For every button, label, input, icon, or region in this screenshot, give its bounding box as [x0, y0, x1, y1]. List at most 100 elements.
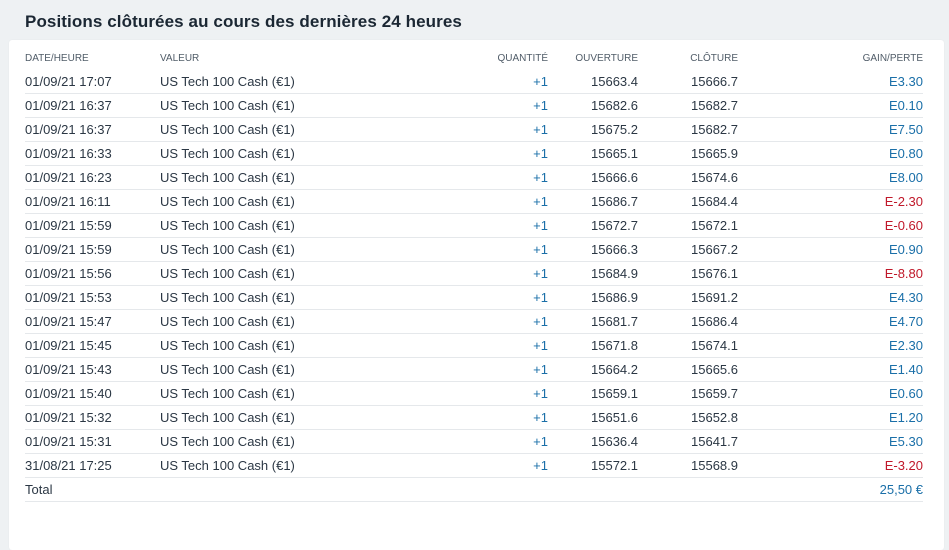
cell-date: 31/08/21 17:25: [25, 453, 160, 478]
cell-open: 15659.1: [548, 381, 638, 406]
cell-value: US Tech 100 Cash (€1): [160, 70, 460, 94]
table-header-row: DATE/HEURE VALEUR QUANTITÉ OUVERTURE CLÔ…: [25, 52, 923, 70]
table-row[interactable]: 01/09/21 15:47 US Tech 100 Cash (€1) +1 156…: [25, 309, 923, 334]
table-row[interactable]: 01/09/21 15:59 US Tech 100 Cash (€1) +1 156…: [25, 213, 923, 238]
total-label: Total: [25, 477, 160, 502]
table-row[interactable]: 01/09/21 15:53 US Tech 100 Cash (€1) +1 156…: [25, 285, 923, 310]
closed-positions-card: DATE/HEURE VALEUR QUANTITÉ OUVERTURE CLÔ…: [9, 40, 944, 550]
table-row[interactable]: 01/09/21 15:59 US Tech 100 Cash (€1) +1 156…: [25, 237, 923, 262]
cell-date: 01/09/21 16:11: [25, 189, 160, 214]
cell-date: 01/09/21 16:33: [25, 141, 160, 166]
header-value[interactable]: VALEUR: [160, 52, 460, 70]
cell-open: 15666.6: [548, 165, 638, 190]
header-open[interactable]: OUVERTURE: [548, 52, 638, 70]
cell-close: 15686.4: [638, 309, 738, 334]
cell-date: 01/09/21 16:37: [25, 117, 160, 142]
cell-gain: E3.30: [738, 70, 923, 94]
table-row[interactable]: 01/09/21 15:40 US Tech 100 Cash (€1) +1 156…: [25, 381, 923, 406]
cell-open: 15671.8: [548, 333, 638, 358]
cell-quantity: +1: [460, 309, 548, 334]
cell-quantity: +1: [460, 165, 548, 190]
cell-open: 15675.2: [548, 117, 638, 142]
closed-positions-table: DATE/HEURE VALEUR QUANTITÉ OUVERTURE CLÔ…: [25, 52, 923, 502]
cell-close: 15667.2: [638, 237, 738, 262]
cell-gain: E-0.60: [738, 213, 923, 238]
cell-date: 01/09/21 15:32: [25, 405, 160, 430]
cell-quantity: +1: [460, 453, 548, 478]
cell-value: US Tech 100 Cash (€1): [160, 213, 460, 238]
cell-open: 15672.7: [548, 213, 638, 238]
cell-open: 15636.4: [548, 429, 638, 454]
header-date[interactable]: DATE/HEURE: [25, 52, 160, 70]
cell-gain: E1.40: [738, 357, 923, 382]
table-row[interactable]: 01/09/21 15:43 US Tech 100 Cash (€1) +1 156…: [25, 357, 923, 382]
header-close[interactable]: CLÔTURE: [638, 52, 738, 70]
cell-quantity: +1: [460, 429, 548, 454]
header-quantity[interactable]: QUANTITÉ: [460, 52, 548, 70]
cell-quantity: +1: [460, 285, 548, 310]
cell-gain: E8.00: [738, 165, 923, 190]
table-row[interactable]: 01/09/21 16:33 US Tech 100 Cash (€1) +1 156…: [25, 141, 923, 166]
table-row[interactable]: 31/08/21 17:25 US Tech 100 Cash (€1) +1 155…: [25, 453, 923, 478]
cell-close: 15684.4: [638, 189, 738, 214]
table-row[interactable]: 01/09/21 16:11 US Tech 100 Cash (€1) +1 156…: [25, 189, 923, 214]
cell-open: 15684.9: [548, 261, 638, 286]
table-row[interactable]: 01/09/21 15:45 US Tech 100 Cash (€1) +1 156…: [25, 333, 923, 358]
cell-date: 01/09/21 15:40: [25, 381, 160, 406]
cell-close: 15674.6: [638, 165, 738, 190]
cell-open: 15665.1: [548, 141, 638, 166]
cell-quantity: +1: [460, 141, 548, 166]
cell-value: US Tech 100 Cash (€1): [160, 357, 460, 382]
cell-date: 01/09/21 15:59: [25, 237, 160, 262]
table-row[interactable]: 01/09/21 16:23 US Tech 100 Cash (€1) +1 156…: [25, 165, 923, 190]
cell-quantity: +1: [460, 261, 548, 286]
cell-date: 01/09/21 15:45: [25, 333, 160, 358]
cell-open: 15686.9: [548, 285, 638, 310]
cell-open: 15651.6: [548, 405, 638, 430]
total-row: Total 25,50 €: [25, 477, 923, 502]
cell-date: 01/09/21 15:43: [25, 357, 160, 382]
table-row[interactable]: 01/09/21 15:32 US Tech 100 Cash (€1) +1 156…: [25, 405, 923, 430]
cell-value: US Tech 100 Cash (€1): [160, 117, 460, 142]
cell-date: 01/09/21 15:56: [25, 261, 160, 286]
cell-gain: E-2.30: [738, 189, 923, 214]
cell-quantity: +1: [460, 117, 548, 142]
cell-quantity: +1: [460, 381, 548, 406]
cell-value: US Tech 100 Cash (€1): [160, 429, 460, 454]
cell-quantity: +1: [460, 405, 548, 430]
cell-quantity: +1: [460, 237, 548, 262]
cell-quantity: +1: [460, 213, 548, 238]
cell-value: US Tech 100 Cash (€1): [160, 453, 460, 478]
cell-open: 15666.3: [548, 237, 638, 262]
cell-gain: E4.30: [738, 285, 923, 310]
cell-gain: E2.30: [738, 333, 923, 358]
cell-close: 15652.8: [638, 405, 738, 430]
cell-open: 15681.7: [548, 309, 638, 334]
table-row[interactable]: 01/09/21 16:37 US Tech 100 Cash (€1) +1 156…: [25, 93, 923, 118]
cell-open: 15664.2: [548, 357, 638, 382]
table-row[interactable]: 01/09/21 15:31 US Tech 100 Cash (€1) +1 156…: [25, 429, 923, 454]
cell-open: 15663.4: [548, 70, 638, 94]
cell-date: 01/09/21 16:23: [25, 165, 160, 190]
cell-gain: E-8.80: [738, 261, 923, 286]
cell-close: 15659.7: [638, 381, 738, 406]
cell-value: US Tech 100 Cash (€1): [160, 381, 460, 406]
cell-gain: E0.10: [738, 93, 923, 118]
page-title: Positions clôturées au cours des dernièr…: [25, 12, 462, 31]
cell-date: 01/09/21 15:59: [25, 213, 160, 238]
table-row[interactable]: 01/09/21 16:37 US Tech 100 Cash (€1) +1 156…: [25, 117, 923, 142]
cell-value: US Tech 100 Cash (€1): [160, 189, 460, 214]
cell-close: 15682.7: [638, 93, 738, 118]
cell-close: 15641.7: [638, 429, 738, 454]
table-row[interactable]: 01/09/21 17:07 US Tech 100 Cash (€1) +1 156…: [25, 70, 923, 94]
cell-gain: E0.80: [738, 141, 923, 166]
table-row[interactable]: 01/09/21 15:56 US Tech 100 Cash (€1) +1 156…: [25, 261, 923, 286]
cell-value: US Tech 100 Cash (€1): [160, 93, 460, 118]
header-gain[interactable]: GAIN/PERTE: [738, 52, 923, 70]
cell-date: 01/09/21 15:31: [25, 429, 160, 454]
total-value: 25,50 €: [738, 477, 923, 502]
cell-value: US Tech 100 Cash (€1): [160, 309, 460, 334]
cell-date: 01/09/21 17:07: [25, 70, 160, 94]
cell-close: 15665.6: [638, 357, 738, 382]
table-body: 01/09/21 17:07 US Tech 100 Cash (€1) +1 156…: [25, 70, 923, 478]
